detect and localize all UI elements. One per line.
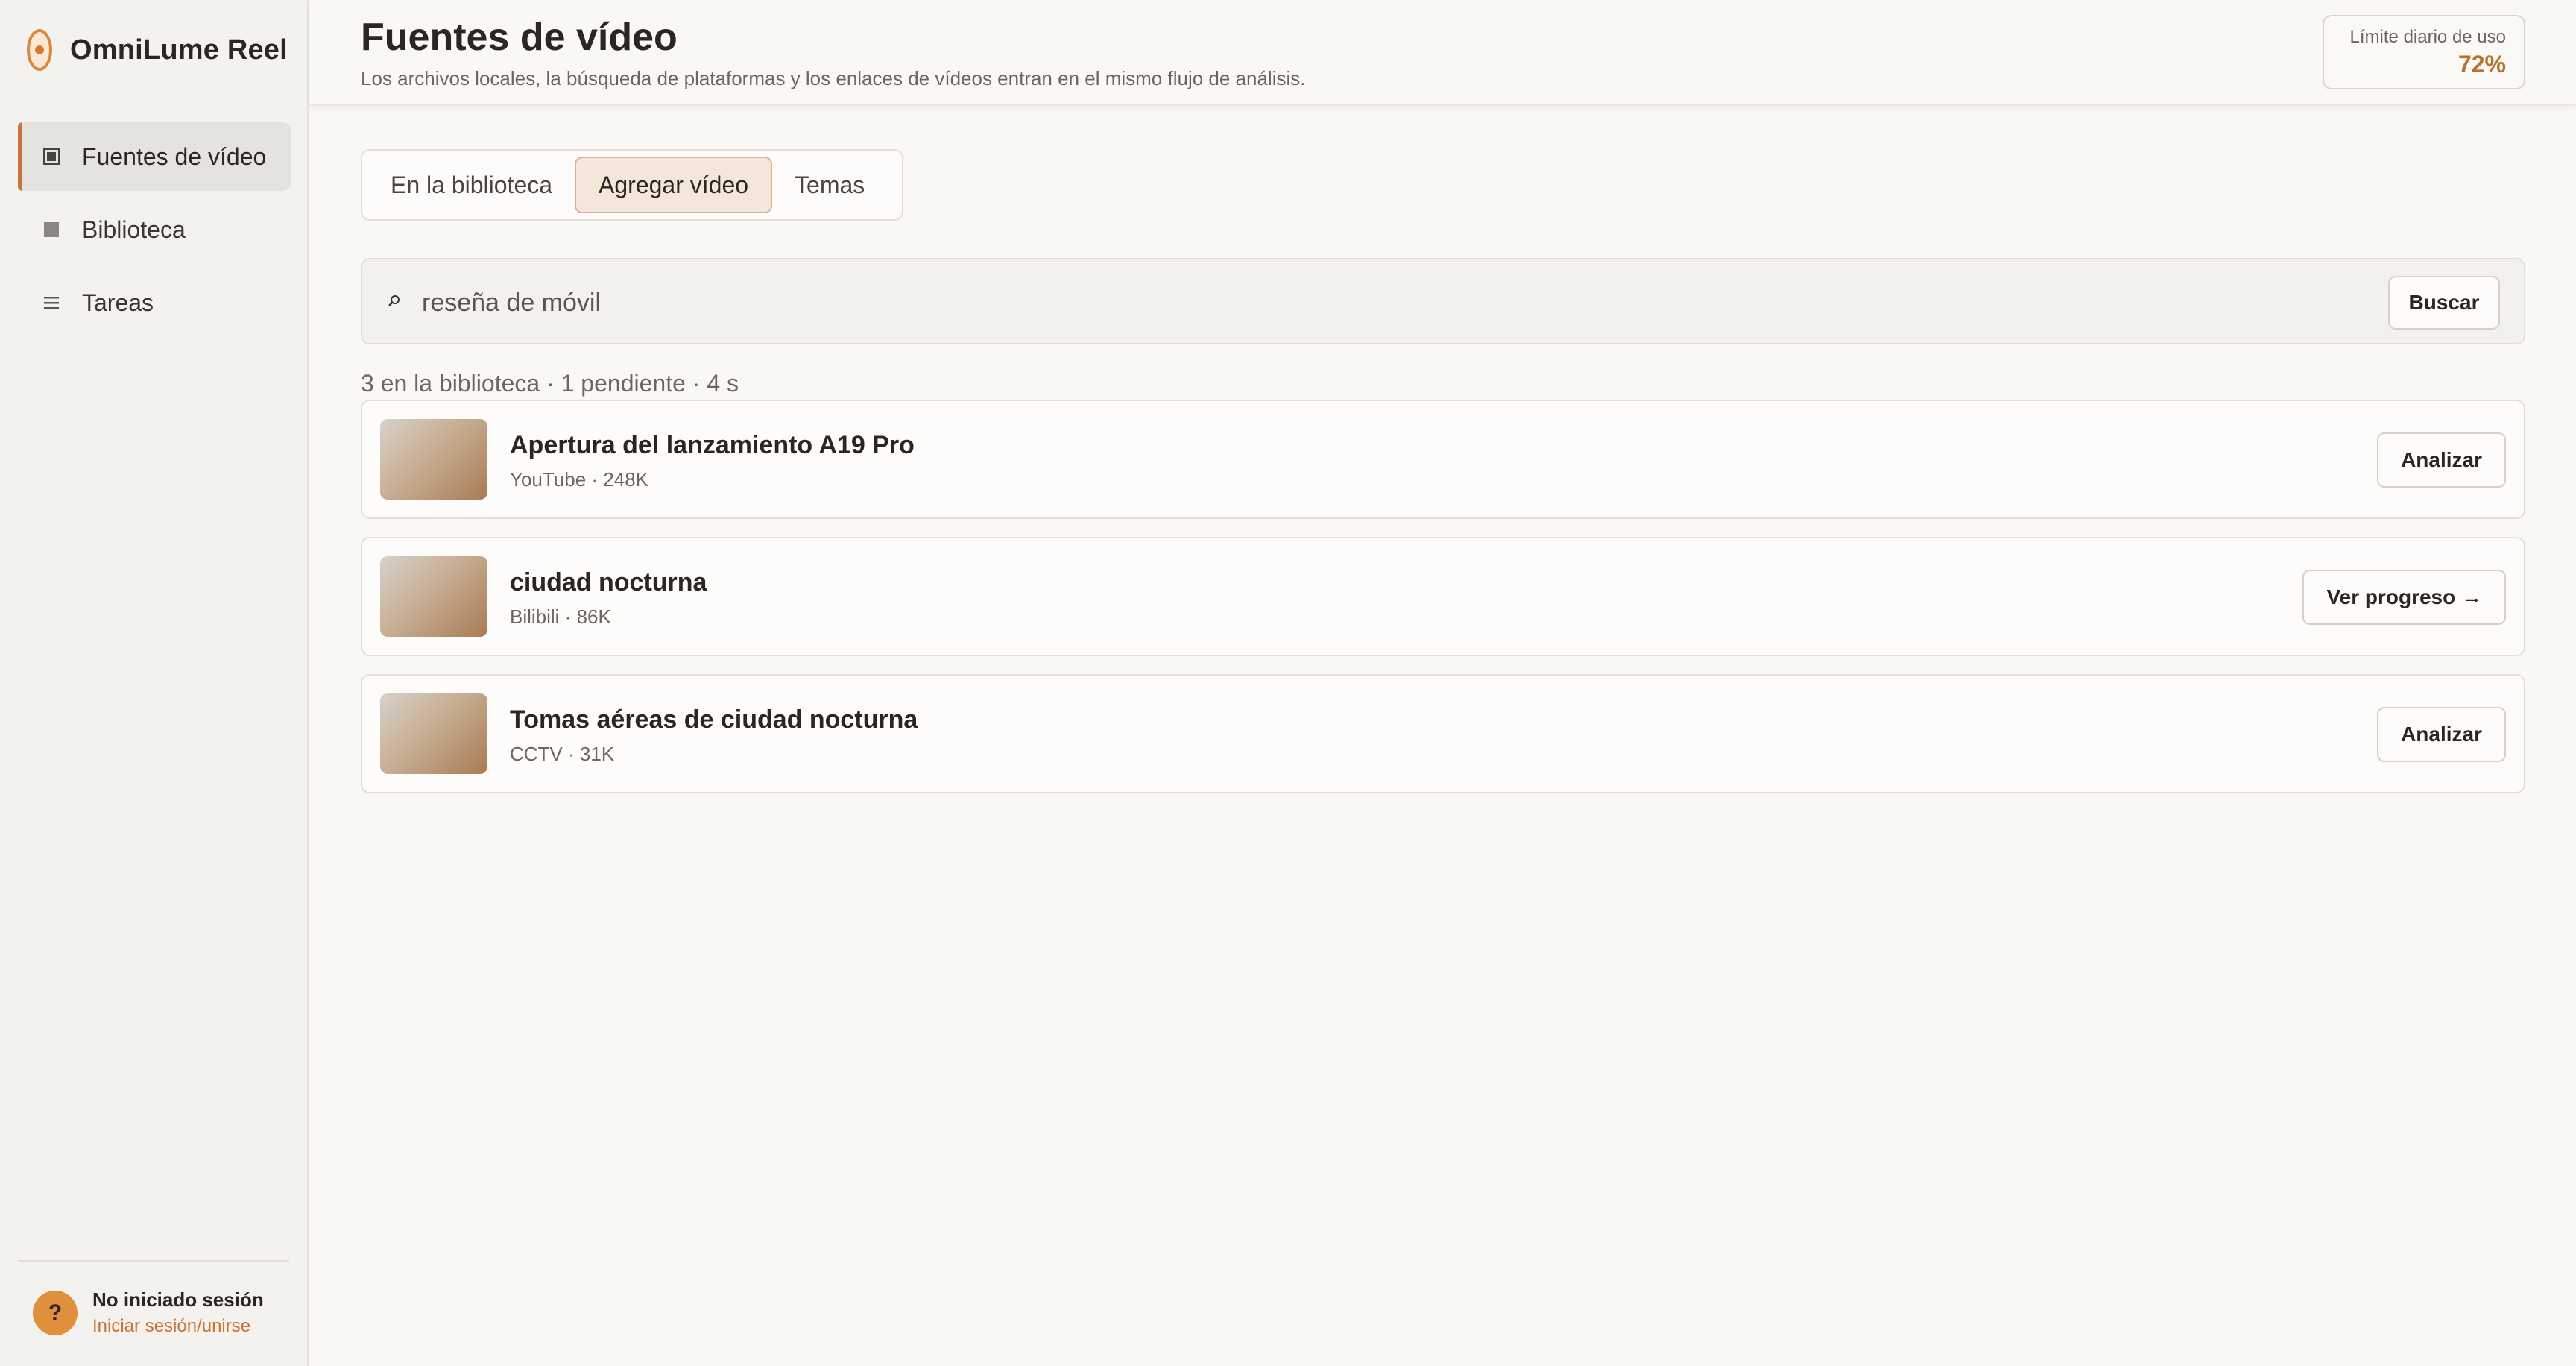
list-item: Apertura del lanzamiento A19 Pro YouTube… — [361, 400, 2525, 519]
library-icon — [40, 221, 63, 238]
tab-add-video[interactable]: Agregar vídeo — [575, 157, 773, 213]
video-thumbnail[interactable] — [380, 419, 487, 500]
sidebar-item-label: Tareas — [82, 289, 154, 316]
search-input[interactable] — [422, 280, 2136, 325]
sidebar-item-library[interactable]: Biblioteca — [18, 195, 291, 264]
video-title: Tomas aéreas de ciudad nocturna — [510, 705, 918, 734]
quota-value: 72% — [2457, 51, 2506, 78]
user-panel: ? No iniciado sesión Iniciar sesión/unir… — [18, 1260, 289, 1337]
results-list: Apertura del lanzamiento A19 Pro YouTube… — [361, 400, 2525, 811]
video-thumbnail[interactable] — [380, 693, 487, 774]
results-summary: 3 en la biblioteca · 1 pendiente · 4 s — [361, 370, 739, 397]
search-bar: Buscar — [361, 258, 2525, 344]
view-progress-button[interactable]: Ver progreso → — [2302, 570, 2506, 625]
list-item: ciudad nocturna Bilibili · 86K Ver progr… — [361, 537, 2525, 656]
sidebar: OmniLume Reel Fuentes de vídeo Bibliotec… — [0, 0, 309, 1366]
video-meta: Bilibili · 86K — [510, 605, 611, 628]
video-source-icon — [40, 148, 63, 165]
video-title: ciudad nocturna — [510, 568, 707, 597]
analyze-button[interactable]: Analizar — [2377, 707, 2506, 762]
page-title: Fuentes de vídeo — [361, 16, 678, 59]
page-subtitle: Los archivos locales, la búsqueda de pla… — [361, 67, 1306, 89]
sidebar-item-label: Biblioteca — [82, 215, 186, 243]
quota-label: Límite diario de uso — [2349, 27, 2506, 47]
video-title: Apertura del lanzamiento A19 Pro — [510, 431, 915, 459]
page-header: Fuentes de vídeo Los archivos locales, l… — [310, 0, 2576, 106]
search-button[interactable]: Buscar — [2388, 276, 2500, 330]
sidebar-item-video-sources[interactable]: Fuentes de vídeo — [18, 122, 291, 191]
source-tabs: En la biblioteca Agregar vídeo Temas — [361, 149, 903, 221]
tasks-icon — [40, 295, 63, 310]
daily-usage-quota: Límite diario de uso 72% — [2323, 15, 2525, 89]
avatar[interactable]: ? — [33, 1290, 78, 1335]
login-link[interactable]: Iniciar sesión/unirse — [92, 1316, 264, 1337]
video-meta: CCTV · 31K — [510, 743, 615, 765]
video-thumbnail[interactable] — [380, 556, 487, 637]
video-meta: YouTube · 248K — [510, 468, 648, 491]
search-icon — [388, 289, 401, 313]
analyze-button[interactable]: Analizar — [2377, 432, 2506, 488]
sidebar-item-tasks[interactable]: Tareas — [18, 268, 291, 337]
brand-logo-icon — [27, 29, 52, 71]
sidebar-nav: Fuentes de vídeo Biblioteca Tareas — [18, 122, 291, 342]
tab-in-library[interactable]: En la biblioteca — [368, 157, 575, 213]
app-window: OmniLume Reel Fuentes de vídeo Bibliotec… — [0, 0, 2576, 1366]
brand: OmniLume Reel — [27, 27, 288, 73]
list-item: Tomas aéreas de ciudad nocturna CCTV · 3… — [361, 674, 2525, 793]
brand-name: OmniLume Reel — [70, 34, 288, 66]
login-status: No iniciado sesión — [92, 1288, 264, 1311]
sidebar-item-label: Fuentes de vídeo — [82, 142, 267, 170]
tab-topics[interactable]: Temas — [772, 157, 887, 213]
user-info: No iniciado sesión Iniciar sesión/unirse — [92, 1288, 264, 1337]
